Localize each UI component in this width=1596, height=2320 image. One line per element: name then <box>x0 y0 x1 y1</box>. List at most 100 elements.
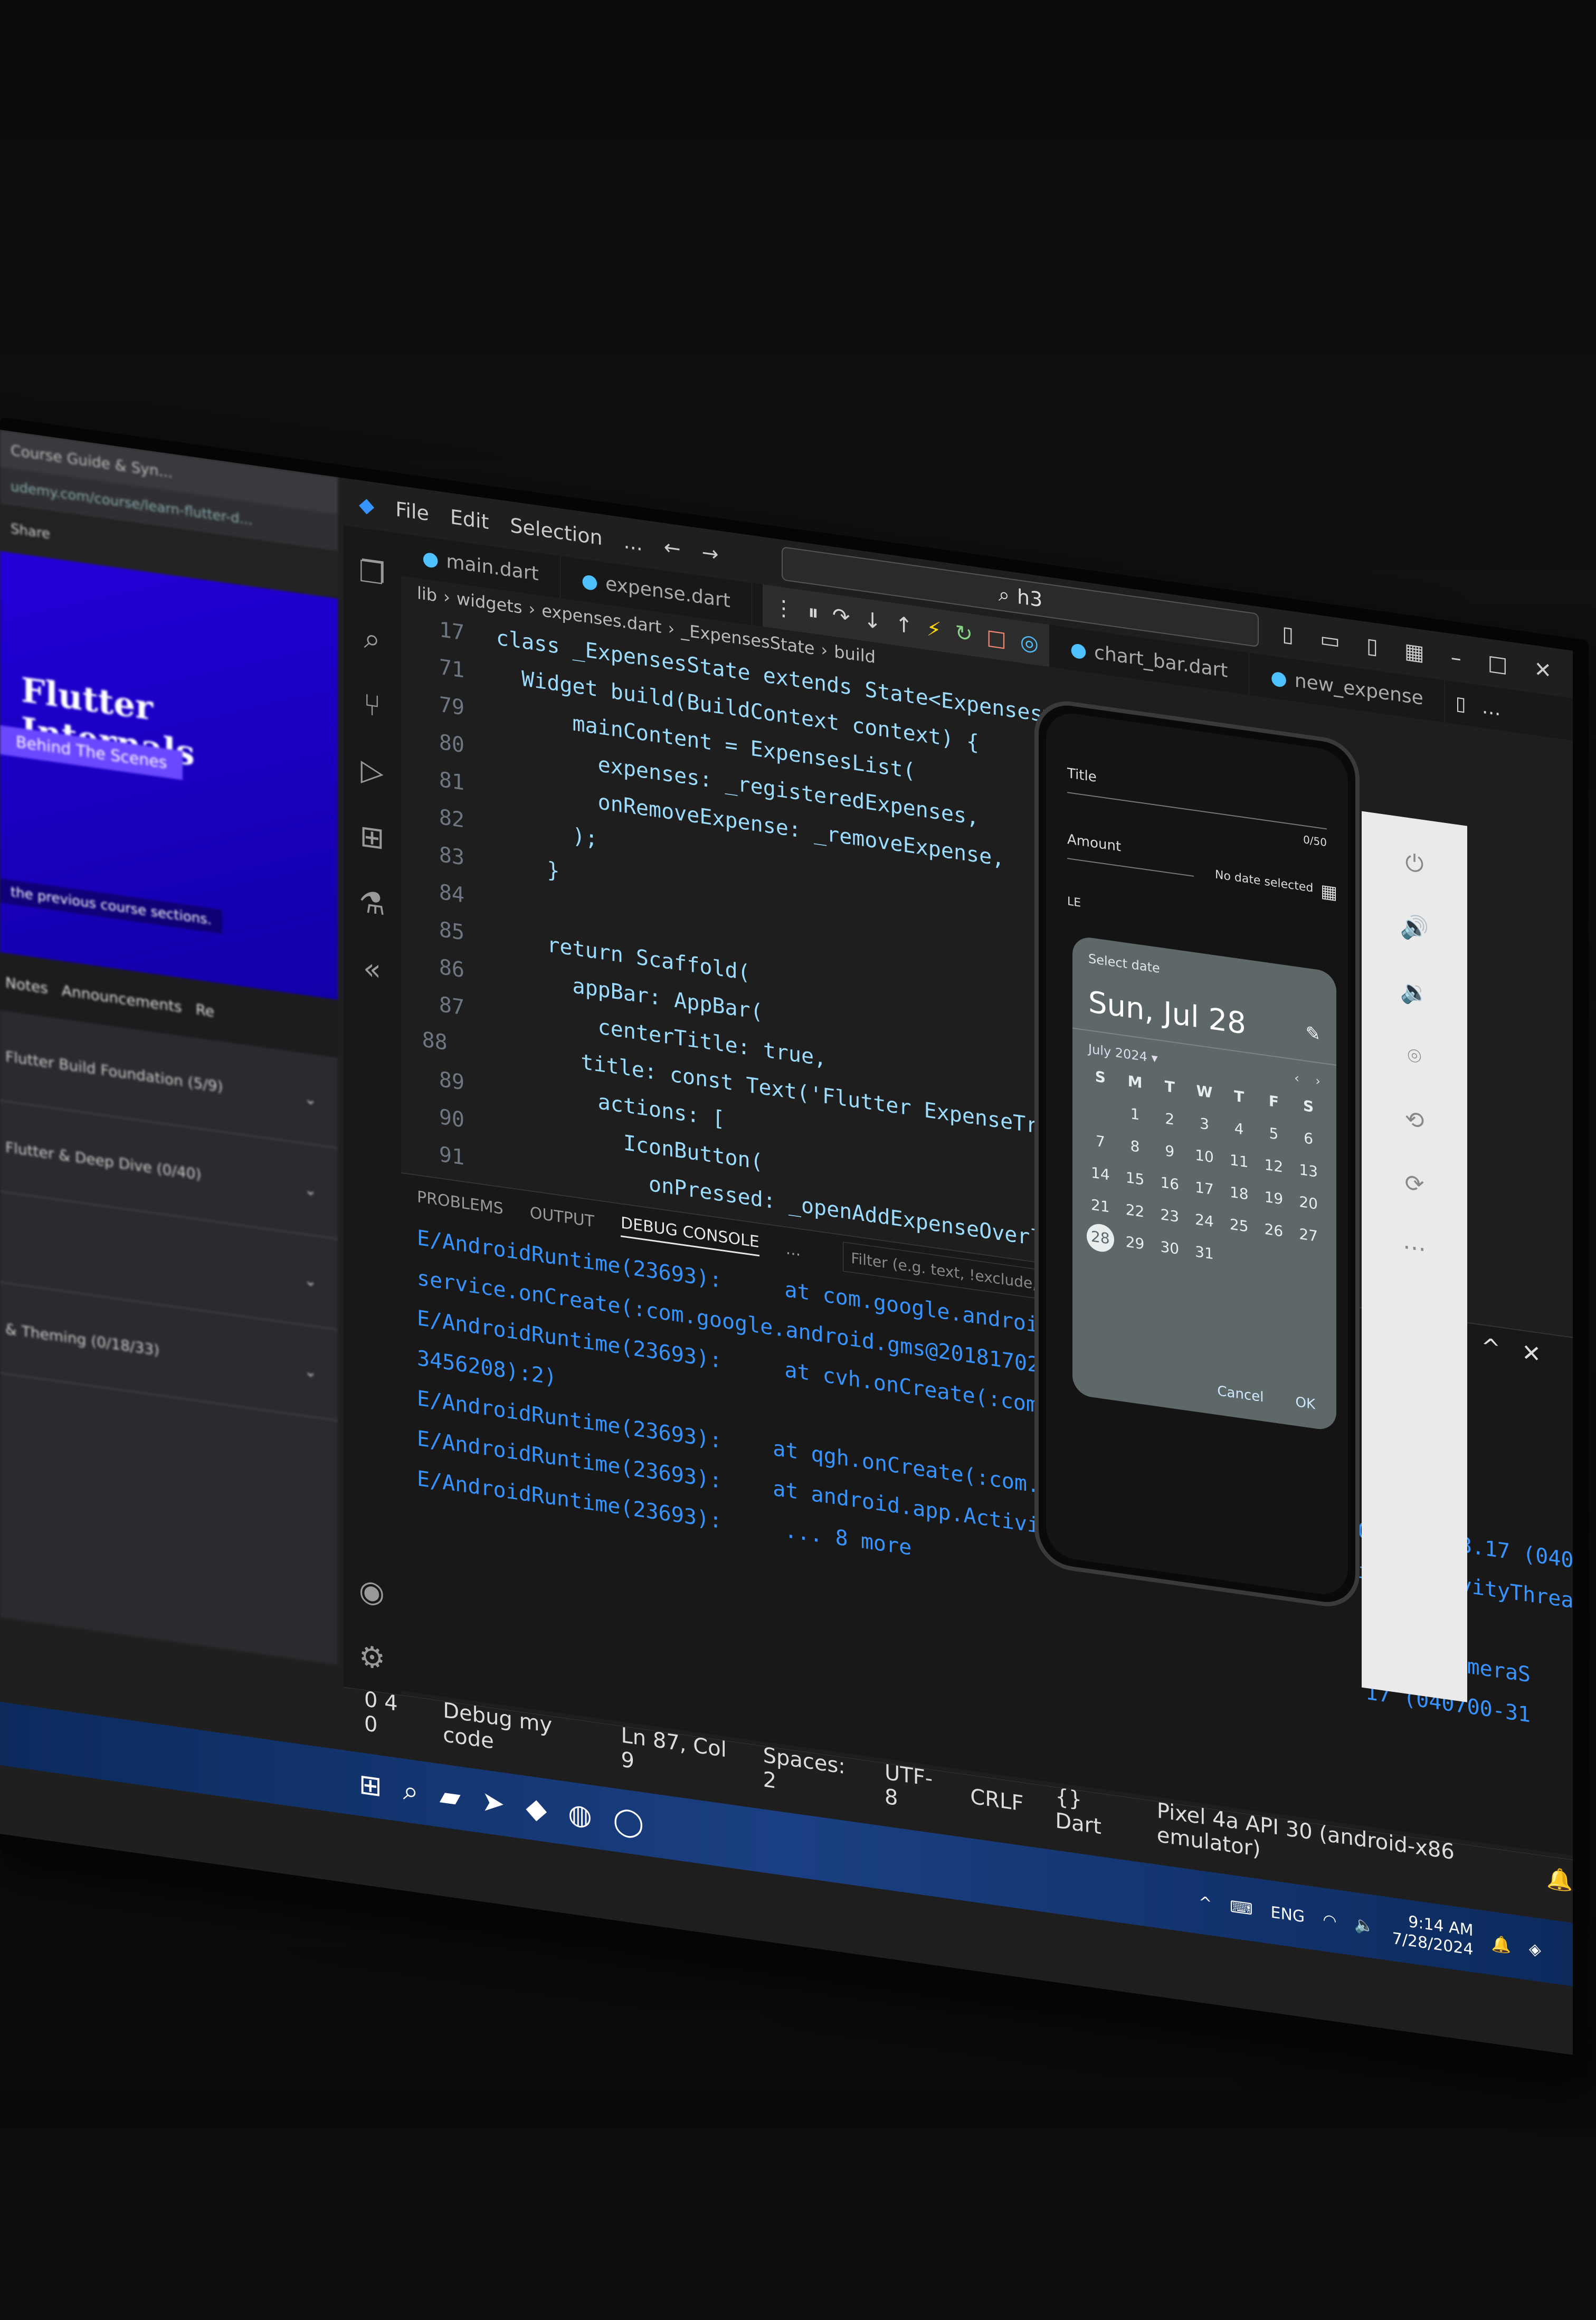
code-editor[interactable]: 17 class _ExpensesState extends State<Exp… <box>401 605 1140 1356</box>
file-explorer-icon[interactable]: ▰ <box>440 1779 461 1814</box>
menu-selection[interactable]: Selection <box>510 514 602 550</box>
step-into-icon[interactable]: ↓ <box>863 608 881 635</box>
toggle-secondary-sidebar-icon[interactable]: ▯ <box>1366 633 1378 659</box>
calendar-icon[interactable]: ▦ <box>1320 880 1337 904</box>
ok-button[interactable]: OK <box>1295 1394 1315 1413</box>
calendar-day[interactable]: 30 <box>1152 1237 1187 1264</box>
calendar-day[interactable]: 25 <box>1222 1214 1257 1236</box>
start-icon[interactable]: ⊞ <box>359 1768 382 1803</box>
menu-edit[interactable]: Edit <box>450 505 489 534</box>
maximize-icon[interactable]: □ <box>1488 650 1508 677</box>
next-month-icon[interactable]: › <box>1315 1073 1320 1088</box>
rotate-right-icon[interactable]: ⟳ <box>1405 1169 1424 1199</box>
line-ending[interactable]: CRLF <box>970 1784 1023 1816</box>
calendar-day[interactable]: 27 <box>1291 1224 1326 1246</box>
menu-file[interactable]: File <box>395 497 429 525</box>
hot-reload-icon[interactable]: ⚡ <box>926 617 941 643</box>
restart-icon[interactable]: ↻ <box>955 620 973 647</box>
wifi-icon[interactable]: ◠ <box>1323 1910 1336 1931</box>
account-icon[interactable]: ◉ <box>359 1573 385 1611</box>
calendar-day[interactable]: 31 <box>1187 1242 1222 1268</box>
calendar-day[interactable]: 11 <box>1222 1150 1257 1172</box>
calendar-day[interactable]: 14 <box>1083 1162 1118 1185</box>
bell-icon[interactable]: 🔔 <box>1546 1865 1573 1893</box>
calendar-day[interactable]: 8 <box>1118 1135 1153 1158</box>
rotate-left-icon[interactable]: ⟲ <box>1405 1105 1424 1135</box>
calendar-day[interactable]: 9 <box>1152 1140 1187 1162</box>
calendar-day[interactable]: 18 <box>1222 1182 1257 1204</box>
panel-tab-problems[interactable]: PROBLEMS <box>417 1188 504 1218</box>
breadcrumb-item[interactable]: build <box>834 641 876 667</box>
volume-up-icon[interactable]: 🔊 <box>1400 912 1429 944</box>
breadcrumb-item[interactable]: widgets <box>457 589 522 618</box>
month-year-selector[interactable]: July 2024 ▾ <box>1088 1041 1158 1066</box>
toggle-panel-icon[interactable]: ▭ <box>1320 627 1340 654</box>
devtools-icon[interactable]: ◎ <box>1020 630 1039 657</box>
calendar-day[interactable]: 22 <box>1118 1200 1153 1222</box>
clock[interactable]: 9:14 AM 7/28/2024 <box>1392 1910 1474 1960</box>
menu-more[interactable]: ... <box>624 529 643 555</box>
chrome-icon[interactable]: ◍ <box>568 1797 592 1832</box>
drag-handle-icon[interactable]: ⋮ <box>773 595 794 622</box>
calendar-day[interactable]: 19 <box>1257 1187 1291 1209</box>
video-player[interactable]: Flutter Internals Behind The Scenes the … <box>0 551 338 1000</box>
back-arrow-icon[interactable]: ← <box>664 535 681 561</box>
calendar-day[interactable]: 2 <box>1152 1108 1187 1130</box>
cancel-button[interactable]: Cancel <box>1217 1383 1264 1405</box>
pause-icon[interactable]: ⏸ <box>808 600 819 626</box>
notification-bell-icon[interactable]: 🔔 <box>1492 1934 1511 1955</box>
calendar-day[interactable]: 15 <box>1118 1168 1153 1190</box>
calendar-day[interactable]: 13 <box>1291 1160 1326 1182</box>
keyboard-icon[interactable]: ⌨ <box>1230 1897 1252 1919</box>
calendar-day[interactable]: 3 <box>1187 1113 1222 1135</box>
calendar-day[interactable]: 4 <box>1222 1118 1257 1140</box>
calendar-day[interactable]: 12 <box>1257 1155 1291 1177</box>
language-indicator[interactable]: ENG <box>1271 1903 1305 1926</box>
course-tab[interactable]: Re <box>196 1000 214 1020</box>
step-out-icon[interactable]: ↑ <box>895 612 913 639</box>
course-tab[interactable]: Notes <box>5 973 48 997</box>
speaker-icon[interactable]: 🔈 <box>1354 1915 1374 1936</box>
share-button[interactable]: Share <box>11 521 50 543</box>
vscode-taskbar-icon[interactable]: ◆ <box>526 1792 547 1826</box>
gear-icon[interactable]: ⚙ <box>359 1639 385 1677</box>
toggle-sidebar-icon[interactable]: ▯ <box>1282 621 1294 647</box>
calendar-day[interactable]: 7 <box>1083 1130 1118 1152</box>
language-mode[interactable]: {} Dart <box>1055 1784 1125 1843</box>
course-tab[interactable]: Announcements <box>62 981 182 1016</box>
step-over-icon[interactable]: ↷ <box>832 603 850 630</box>
panel-tab-more[interactable]: ... <box>786 1239 801 1260</box>
stop-icon[interactable]: □ <box>986 625 1006 652</box>
calendar-day[interactable]: 24 <box>1187 1209 1222 1232</box>
emulator-screen[interactable]: Title 0/50 Amount No date selected ▦ LE … <box>1046 709 1348 1598</box>
calendar-day[interactable]: 23 <box>1152 1205 1187 1227</box>
panel-tab-output[interactable]: OUTPUT <box>530 1204 594 1231</box>
encoding[interactable]: UTF-8 <box>885 1760 938 1816</box>
forward-arrow-icon[interactable]: → <box>702 541 719 566</box>
calendar-day[interactable]: 20 <box>1291 1192 1326 1214</box>
calendar-day-selected[interactable]: 28 <box>1086 1222 1114 1254</box>
minimize-icon[interactable]: – <box>1451 645 1461 671</box>
power-icon[interactable]: ⏻ <box>1405 849 1424 878</box>
flutter-icon[interactable]: « <box>363 951 381 988</box>
title-field-underline[interactable] <box>1067 792 1327 830</box>
copilot-icon[interactable]: ◈ <box>1529 1939 1541 1959</box>
calendar-day[interactable]: 6 <box>1291 1128 1326 1150</box>
calendar-day[interactable]: 29 <box>1118 1232 1153 1259</box>
app-icon[interactable]: ◯ <box>613 1804 644 1840</box>
extensions-icon[interactable]: ⊞ <box>360 819 385 857</box>
breadcrumb-item[interactable]: lib <box>417 583 437 605</box>
more-actions-icon[interactable]: … <box>1482 696 1501 720</box>
more-options-icon[interactable]: ⋯ <box>1403 1233 1426 1263</box>
problems-count[interactable]: 0 4 0 <box>364 1687 411 1743</box>
telegram-icon[interactable]: ➤ <box>482 1785 505 1820</box>
camera-icon[interactable]: ⌾ <box>1408 1042 1421 1071</box>
calendar-day[interactable]: 16 <box>1152 1172 1187 1195</box>
testing-icon[interactable]: ⚗ <box>359 885 385 923</box>
previous-month-icon[interactable]: ‹ <box>1294 1071 1299 1086</box>
maximize-panel-icon[interactable]: ^ <box>1481 1333 1500 1362</box>
amount-field-underline[interactable] <box>1067 858 1194 877</box>
calendar-day[interactable]: 1 <box>1118 1103 1153 1125</box>
edit-pencil-icon[interactable]: ✎ <box>1306 1022 1321 1045</box>
search-icon[interactable]: ⌕ <box>403 1774 419 1808</box>
